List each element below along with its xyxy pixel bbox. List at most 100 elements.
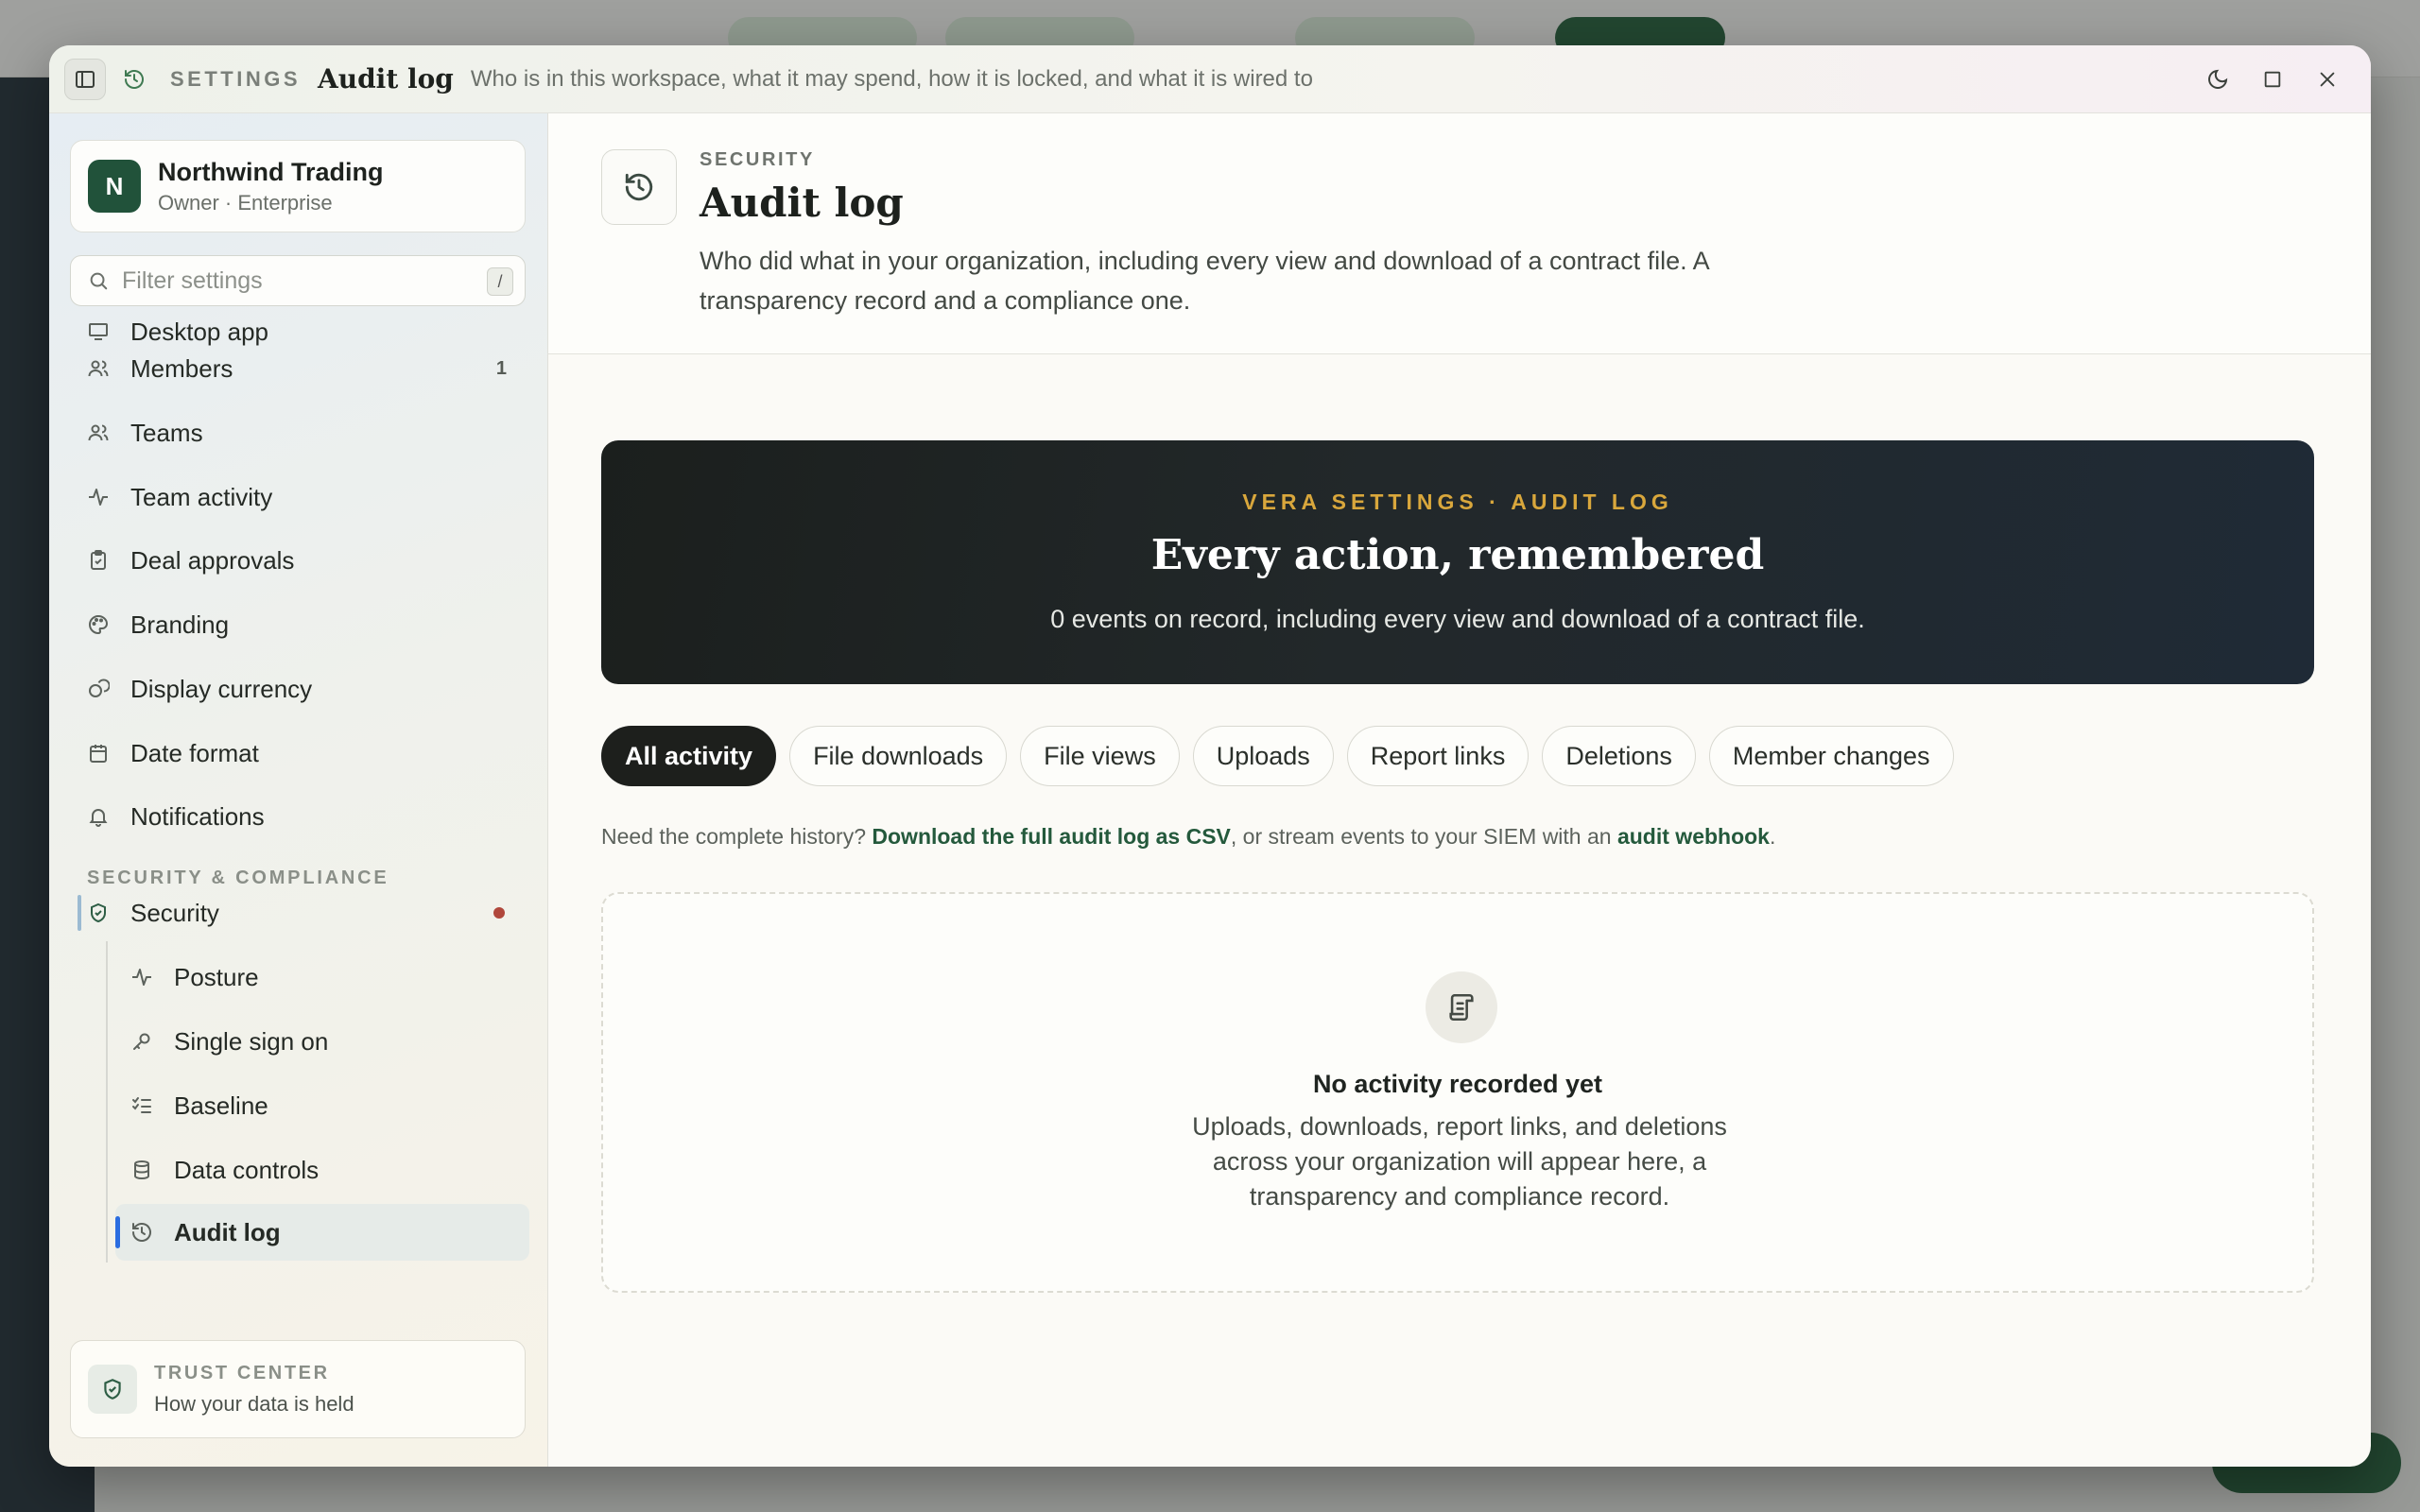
trust-center-card[interactable]: TRUST CENTER How your data is held: [70, 1340, 526, 1438]
sidebar-item-label: Single sign on: [174, 1026, 329, 1056]
moon-icon: [2208, 69, 2228, 89]
download-csv-link[interactable]: Download the full audit log as CSV: [872, 824, 1231, 849]
sidebar-item-notifications[interactable]: Notifications: [87, 788, 531, 845]
activity-filter-chips: All activity File downloads File views U…: [601, 726, 1954, 786]
note-prefix: Need the complete history?: [601, 824, 873, 849]
sidebar-item-label: Display currency: [130, 674, 313, 703]
page-title: Audit log: [700, 180, 904, 226]
sidebar-item-security[interactable]: Security: [87, 885, 531, 941]
shield-check-icon: [104, 1379, 121, 1400]
clipboard-check-icon: [91, 550, 106, 570]
sidebar-item-label: Date format: [130, 738, 259, 767]
sidebar-item-teams[interactable]: Teams: [87, 404, 531, 461]
activity-icon: [89, 489, 108, 506]
hero-subtitle: 0 events on record, including every view…: [1050, 605, 1865, 633]
audit-webhook-link[interactable]: audit webhook: [1617, 824, 1770, 849]
scroll-icon: [1449, 993, 1474, 1022]
maximize-icon: [2264, 71, 2281, 88]
page-icon: [601, 149, 677, 225]
page-header: SECURITY Audit log Who did what in your …: [548, 113, 2371, 354]
settings-sidebar: N Northwind Trading Owner · Enterprise /…: [49, 113, 548, 1467]
sidebar-item-label: Deal approvals: [130, 545, 295, 575]
filter-chip-report-links[interactable]: Report links: [1346, 726, 1530, 786]
toggle-sidebar-button[interactable]: [64, 58, 106, 100]
security-alert-dot: [493, 907, 505, 919]
filter-chip-file-views[interactable]: File views: [1020, 726, 1180, 786]
sidebar-item-label: Baseline: [174, 1091, 268, 1120]
users-icon: [88, 360, 109, 377]
sidebar-item-deal-approvals[interactable]: Deal approvals: [87, 532, 531, 589]
org-name: Northwind Trading: [158, 157, 384, 186]
sidebar-item-label: Posture: [174, 962, 259, 991]
members-count-badge: 1: [495, 357, 507, 379]
active-indicator: [115, 1216, 120, 1248]
sidebar-item-members[interactable]: Members 1: [87, 340, 531, 397]
palette-icon: [89, 614, 109, 635]
sidebar-item-date-format[interactable]: Date format: [87, 725, 531, 782]
theme-toggle-button[interactable]: [2197, 59, 2238, 100]
note-middle: , or stream events to your SIEM with an: [1230, 824, 1617, 849]
sidebar-item-audit-log[interactable]: Audit log: [115, 1204, 529, 1261]
sidebar-item-branding[interactable]: Branding: [87, 596, 531, 653]
close-icon: [2320, 72, 2335, 87]
org-switcher[interactable]: N Northwind Trading Owner · Enterprise: [70, 140, 526, 232]
org-avatar: N: [88, 160, 141, 213]
coins-icon: [89, 679, 110, 697]
sidebar-item-label: Security: [130, 898, 219, 927]
trust-center-text: How your data is held: [154, 1391, 354, 1416]
settings-modal: SETTINGS Audit log Who is in this worksp…: [49, 45, 2371, 1467]
sidebar-item-baseline[interactable]: Baseline: [115, 1077, 529, 1134]
filter-chip-all-activity[interactable]: All activity: [601, 726, 777, 786]
filter-chip-file-downloads[interactable]: File downloads: [789, 726, 1008, 786]
trust-icon-container: [88, 1365, 137, 1414]
sidebar-toggle-icon: [76, 70, 95, 88]
filter-settings-input[interactable]: [122, 266, 472, 295]
sidebar-item-label: Members: [130, 353, 233, 383]
sidebar-item-label: Data controls: [174, 1155, 320, 1184]
maximize-button[interactable]: [2252, 59, 2293, 100]
hero-title: Every action, remembered: [1150, 531, 1765, 579]
history-icon-container: [113, 59, 155, 100]
page-description: Who did what in your organization, inclu…: [700, 247, 1709, 315]
close-button[interactable]: [2307, 59, 2348, 100]
sidebar-item-data-controls[interactable]: Data controls: [115, 1142, 529, 1198]
calendar-icon: [90, 745, 107, 763]
history-icon: [125, 69, 144, 89]
sidebar-item-label: Team activity: [130, 482, 273, 511]
sidebar-item-label: Notifications: [130, 801, 265, 831]
search-icon: [90, 272, 108, 290]
history-icon: [625, 173, 653, 201]
filter-chip-uploads[interactable]: Uploads: [1192, 726, 1334, 786]
hero-kicker: VERA SETTINGS · AUDIT LOG: [1242, 490, 1673, 514]
titlebar-title: Audit log: [318, 63, 454, 94]
export-note: Need the complete history? Download the …: [601, 824, 1775, 850]
window-controls: [2197, 59, 2348, 100]
settings-main: SECURITY Audit log Who did what in your …: [548, 113, 2371, 1467]
trust-center-kicker: TRUST CENTER: [154, 1362, 330, 1383]
note-suffix: .: [1769, 824, 1776, 849]
sidebar-item-team-activity[interactable]: Team activity: [87, 469, 531, 525]
modal-titlebar: SETTINGS Audit log Who is in this worksp…: [49, 45, 2371, 113]
empty-state-title: No activity recorded yet: [1312, 1070, 1603, 1098]
filter-chip-deletions[interactable]: Deletions: [1542, 726, 1696, 786]
sidebar-item-single-sign-on[interactable]: Single sign on: [115, 1013, 529, 1070]
sidebar-item-label: Branding: [130, 610, 230, 639]
shortcut-hint: /: [487, 267, 513, 296]
sidebar-item-label: Audit log: [174, 1217, 281, 1246]
titlebar-kicker: SETTINGS: [170, 66, 302, 91]
org-role: Owner · Enterprise: [158, 190, 333, 215]
empty-state-description: Uploads, downloads, report links, and de…: [1192, 1112, 1727, 1211]
filter-chip-member-changes[interactable]: Member changes: [1708, 726, 1954, 786]
list-checks-icon: [132, 1097, 151, 1113]
key-icon: [133, 1033, 150, 1050]
sidebar-item-display-currency[interactable]: Display currency: [87, 661, 531, 717]
shield-check-icon: [91, 902, 106, 923]
sidebar-item-posture[interactable]: Posture: [115, 949, 529, 1005]
bell-icon: [89, 809, 108, 827]
hero-banner: VERA SETTINGS · AUDIT LOG Every action, …: [601, 440, 2314, 684]
activity-icon: [132, 969, 151, 986]
empty-state: No activity recorded yet Uploads, downlo…: [601, 892, 2314, 1293]
empty-state-icon-container: [1426, 971, 1497, 1043]
titlebar-subtitle: Who is in this workspace, what it may sp…: [470, 65, 1313, 92]
submenu-guide-line: [106, 941, 108, 1263]
